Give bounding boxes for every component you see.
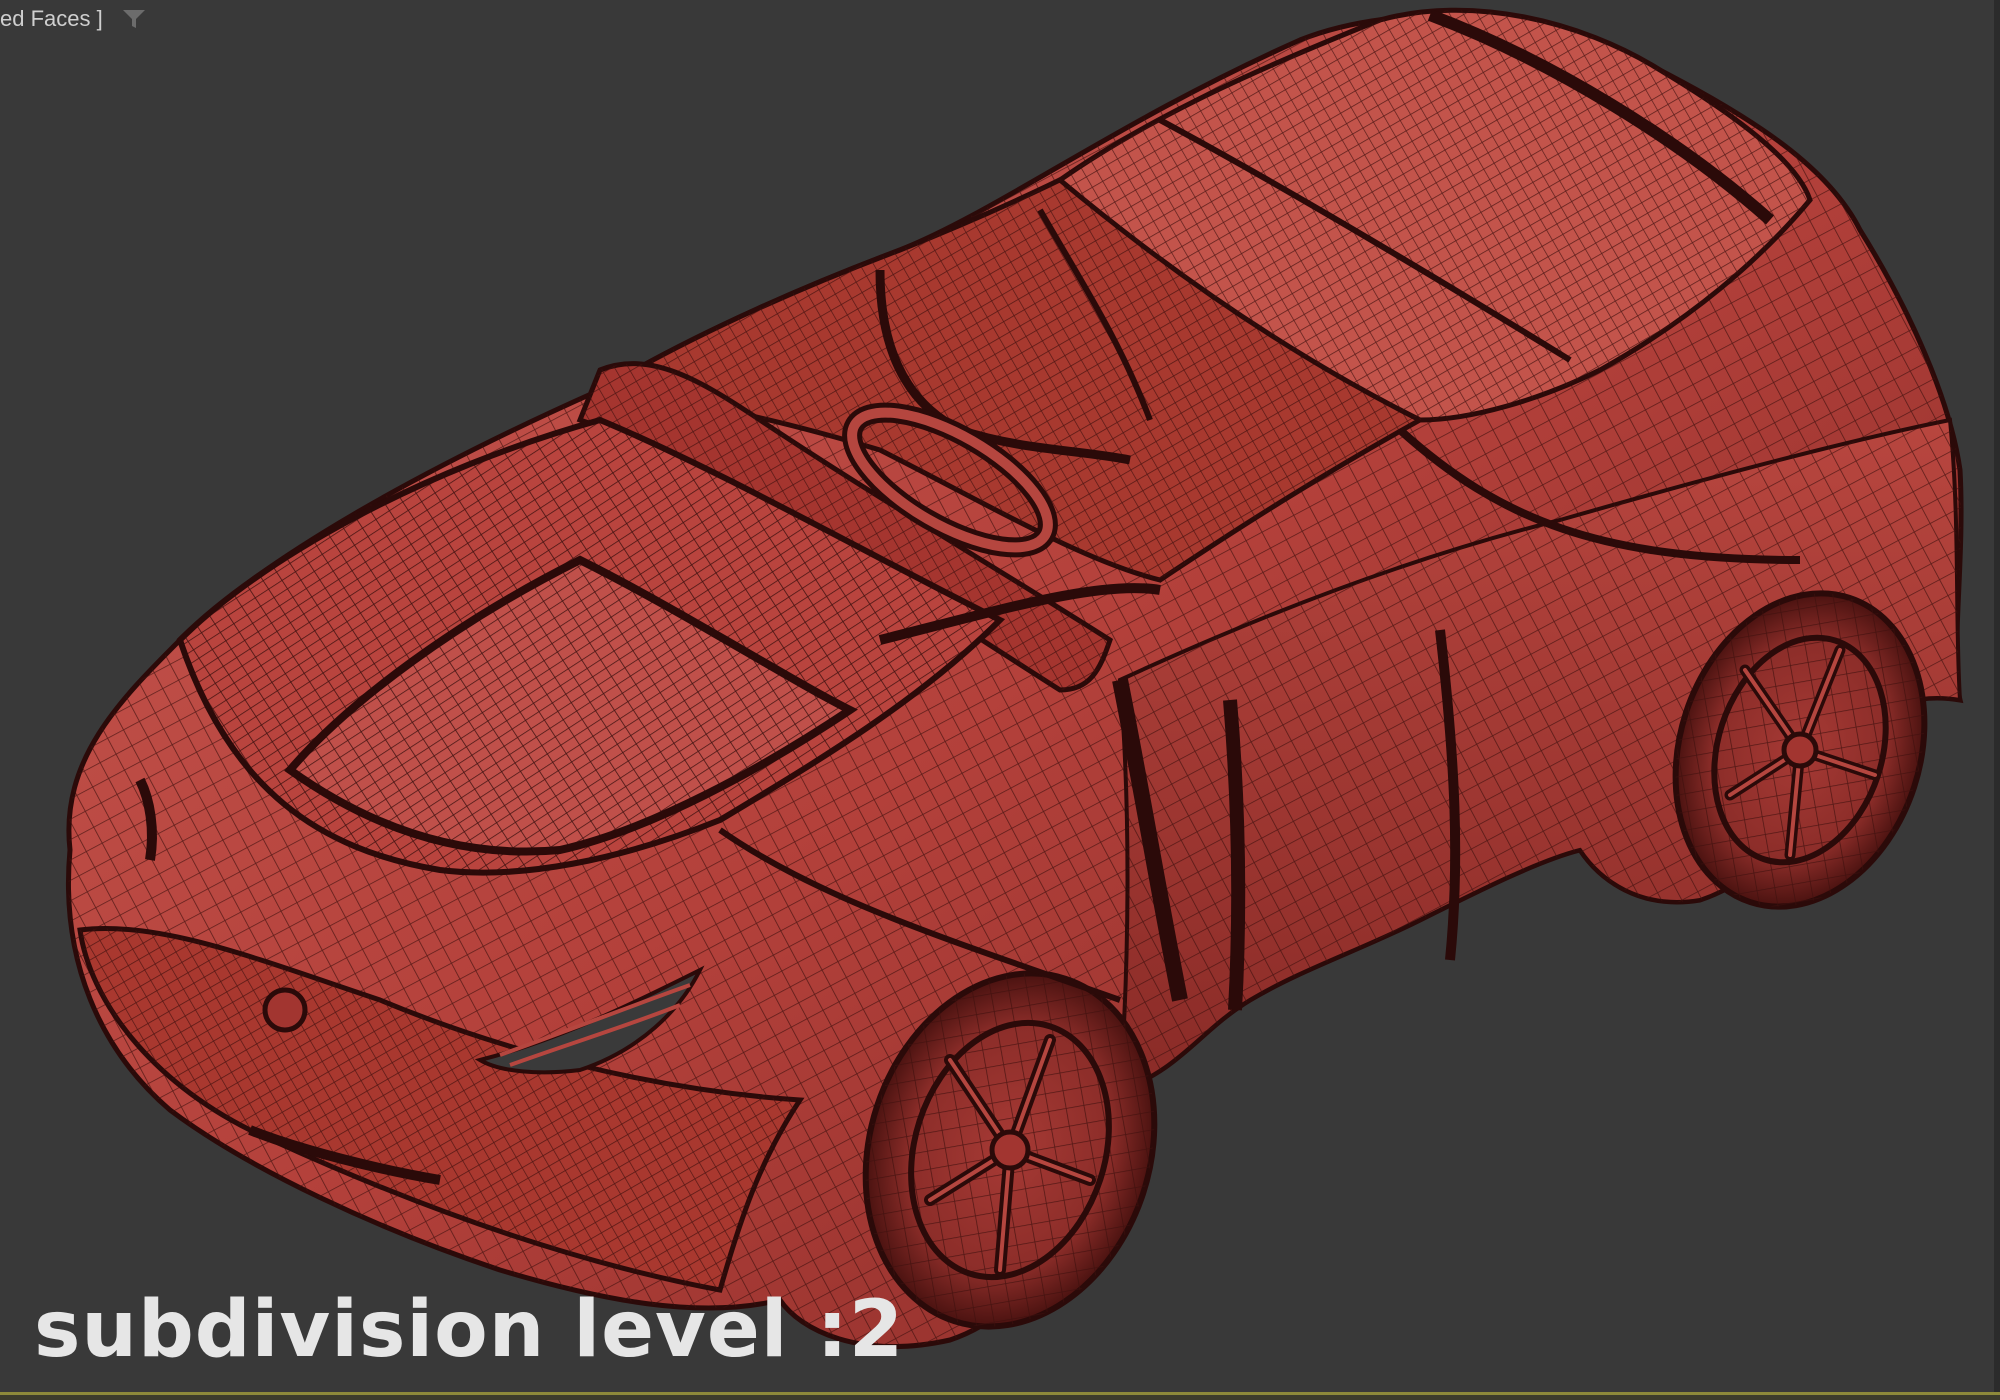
3d-viewport[interactable]: ed Faces ] subdivision level:2 — [0, 0, 1997, 1392]
viewport-active-border — [0, 1392, 2000, 1400]
car-badge-icon — [262, 987, 308, 1033]
car-wireframe-model[interactable] — [0, 0, 2000, 1400]
subdivision-caption: subdivision level :2 — [34, 1285, 905, 1375]
viewport-right-edge — [1994, 0, 2000, 1400]
